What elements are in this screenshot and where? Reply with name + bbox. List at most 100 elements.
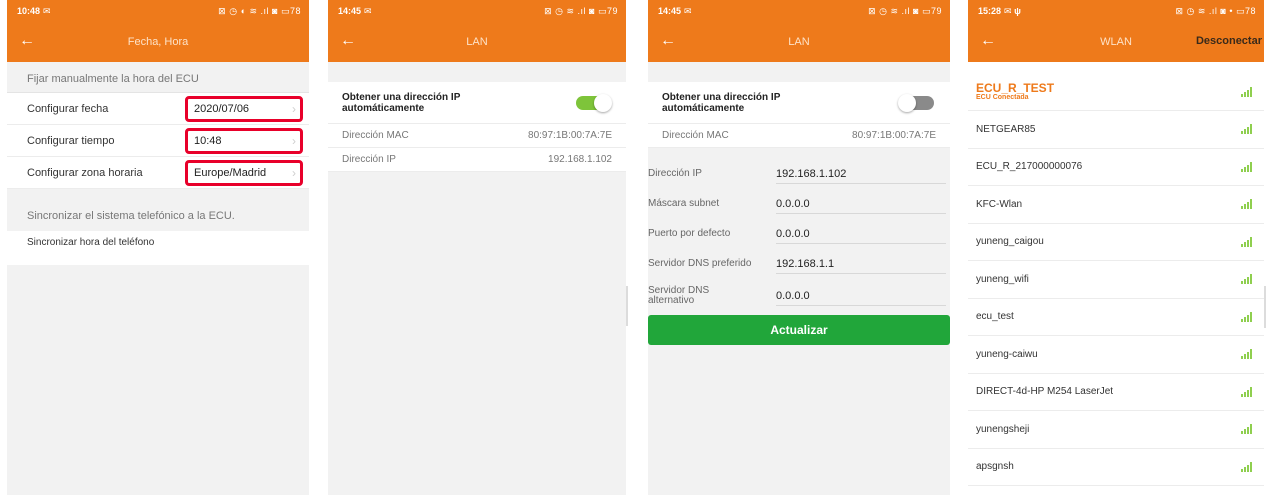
- dhcp-label: Obtener una dirección IP automáticamente: [662, 91, 781, 114]
- page-title: LAN: [788, 36, 810, 48]
- subnet-mask-input[interactable]: 0.0.0.0: [776, 194, 946, 214]
- time-value[interactable]: 10:48 ›: [185, 128, 303, 154]
- wifi-item[interactable]: NETGEAR85: [968, 111, 1264, 149]
- form-row-dns2: Servidor DNS alternativo 0.0.0.0: [648, 279, 950, 313]
- wifi-item[interactable]: yunengsheji: [968, 411, 1264, 449]
- mac-label: Dirección MAC: [342, 130, 409, 141]
- status-bar: 10:48 ✉ ⊠ ◷ ◐ ≋ .ıl ◙ ▭78: [7, 0, 309, 22]
- row-label: Configurar tiempo: [27, 134, 115, 147]
- dns-alternate-input[interactable]: 0.0.0.0: [776, 286, 946, 306]
- row-label: Configurar zona horaria: [27, 166, 143, 179]
- scrollbar[interactable]: [626, 286, 628, 326]
- field-label: Dirección IP: [648, 168, 702, 179]
- update-button[interactable]: Actualizar: [648, 315, 950, 345]
- wifi-ssid: NETGEAR85: [976, 123, 1036, 135]
- dhcp-toggle[interactable]: [576, 94, 612, 112]
- ip-settings-form: Dirección IP 192.168.1.102 Máscara subne…: [648, 159, 950, 313]
- app-bar: ← LAN: [328, 22, 626, 62]
- status-icons: ⊠ ◷ ◐ ≋ .ıl ◙ ▭78: [218, 5, 301, 16]
- screen-lan-manual: 14:45 ✉ ⊠ ◷ ≋ .ıl ◙ ▭79 ← LAN Obtener una…: [648, 0, 950, 495]
- mac-row: Dirección MAC 80:97:1B:00:7A:7E: [328, 124, 626, 148]
- status-icons: ⊠ ◷ ≋ .ıl ◙ ▭79: [544, 5, 618, 16]
- date-value[interactable]: 2020/07/06 ›: [185, 96, 303, 122]
- ip-address-input[interactable]: 192.168.1.102: [776, 164, 946, 184]
- back-arrow-icon[interactable]: ←: [19, 32, 35, 50]
- section-label-sync: Sincronizar el sistema telefónico a la E…: [27, 210, 235, 222]
- wifi-signal-icon: [1241, 274, 1252, 285]
- wifi-item[interactable]: yuneng_caigou: [968, 223, 1264, 261]
- wifi-ssid: yuneng-caiwu: [976, 348, 1038, 360]
- wifi-item[interactable]: yuneng-caiwu: [968, 336, 1264, 374]
- back-arrow-icon[interactable]: ←: [340, 32, 356, 50]
- back-arrow-icon[interactable]: ←: [980, 32, 996, 50]
- mac-label: Dirección MAC: [662, 130, 729, 141]
- message-icon: ✉ ψ: [1004, 5, 1021, 16]
- status-bar: 15:28 ✉ ψ ⊠ ◷ ≋ .ıl ◙ • ▭78: [968, 0, 1264, 22]
- wifi-item-connected[interactable]: ECU_R_TEST ECU Conectada: [968, 73, 1264, 111]
- gateway-input[interactable]: 0.0.0.0: [776, 224, 946, 244]
- status-bar: 14:45 ✉ ⊠ ◷ ≋ .ıl ◙ ▭79: [328, 0, 626, 22]
- wifi-signal-icon: [1241, 349, 1252, 360]
- field-label: Máscara subnet: [648, 198, 720, 209]
- timezone-value[interactable]: Europe/Madrid ›: [185, 160, 303, 186]
- wifi-signal-icon: [1241, 386, 1252, 397]
- mac-value: 80:97:1B:00:7A:7E: [852, 130, 936, 141]
- ip-value: 192.168.1.102: [548, 154, 612, 165]
- wifi-status: ECU Conectada: [976, 94, 1029, 101]
- field-label: Servidor DNS preferido: [648, 258, 752, 269]
- wifi-item[interactable]: yuneng_wifi: [968, 261, 1264, 299]
- wifi-item[interactable]: apsgnsh: [968, 448, 1264, 486]
- wifi-ssid: ECU_R_217000000076: [976, 161, 1083, 173]
- disconnect-button[interactable]: Desconectar: [1196, 35, 1262, 47]
- back-arrow-icon[interactable]: ←: [660, 32, 676, 50]
- wifi-item[interactable]: DIRECT-4d-HP M254 LaserJet: [968, 373, 1264, 411]
- wifi-signal-icon: [1241, 461, 1252, 472]
- sync-phone-time-row[interactable]: Sincronizar hora del teléfono: [7, 231, 309, 265]
- time-value-text: 10:48: [194, 135, 222, 147]
- status-time: 14:45: [338, 6, 362, 16]
- dns-preferred-input[interactable]: 192.168.1.1: [776, 254, 946, 274]
- form-row-subnet: Máscara subnet 0.0.0.0: [648, 189, 950, 219]
- wifi-signal-icon: [1241, 86, 1252, 97]
- wifi-ssid: DIRECT-4d-HP M254 LaserJet: [976, 386, 1114, 398]
- screen-lan-auto: 14:45 ✉ ⊠ ◷ ≋ .ıl ◙ ▭79 ← LAN Obtener una…: [328, 0, 626, 495]
- screen-wlan: 15:28 ✉ ψ ⊠ ◷ ≋ .ıl ◙ • ▭78 ← WLAN Descon…: [968, 0, 1264, 495]
- dhcp-label: Obtener una dirección IP automáticamente: [342, 91, 461, 114]
- message-icon: ✉: [364, 5, 372, 16]
- chevron-right-icon: ›: [292, 134, 296, 148]
- row-configure-time[interactable]: Configurar tiempo 10:48 ›: [7, 125, 309, 157]
- status-time: 10:48: [17, 6, 41, 16]
- status-icons: ⊠ ◷ ≋ .ıl ◙ • ▭78: [1175, 5, 1256, 16]
- date-value-text: 2020/07/06: [194, 103, 250, 115]
- page-title: Fecha, Hora: [127, 36, 189, 48]
- dhcp-row: Obtener una dirección IP automáticamente: [328, 82, 626, 124]
- wifi-ssid: ecu_test: [976, 311, 1014, 323]
- form-row-ip: Dirección IP 192.168.1.102: [648, 159, 950, 189]
- wifi-ssid: ECU_R_TEST: [976, 81, 1055, 95]
- wifi-list: NETGEAR85 ECU_R_217000000076 KFC-Wlan yunen…: [968, 111, 1264, 486]
- timezone-value-text: Europe/Madrid: [194, 167, 267, 179]
- wifi-signal-icon: [1241, 161, 1252, 172]
- message-icon: ✉: [684, 5, 692, 16]
- section-label-manual: Fijar manualmente la hora del ECU: [27, 73, 199, 85]
- wifi-signal-icon: [1241, 424, 1252, 435]
- toggle-knob: [594, 94, 612, 112]
- dhcp-toggle[interactable]: [898, 94, 934, 112]
- wifi-item[interactable]: ECU_R_217000000076: [968, 148, 1264, 186]
- mac-row: Dirección MAC 80:97:1B:00:7A:7E: [648, 124, 950, 148]
- wifi-item[interactable]: KFC-Wlan: [968, 186, 1264, 224]
- wifi-ssid: apsgnsh: [976, 461, 1014, 473]
- chevron-right-icon: ›: [292, 166, 296, 180]
- status-icons: ⊠ ◷ ≋ .ıl ◙ ▭79: [868, 5, 942, 16]
- message-icon: ✉: [43, 5, 51, 16]
- dhcp-row: Obtener una dirección IP automáticamente: [648, 82, 950, 124]
- status-bar: 14:45 ✉ ⊠ ◷ ≋ .ıl ◙ ▭79: [648, 0, 950, 22]
- row-configure-date[interactable]: Configurar fecha 2020/07/06 ›: [7, 93, 309, 125]
- scrollbar[interactable]: [1264, 286, 1266, 328]
- wifi-item[interactable]: ecu_test: [968, 298, 1264, 336]
- app-bar: ← Fecha, Hora: [7, 22, 309, 62]
- app-bar: ← LAN: [648, 22, 950, 62]
- wifi-ssid: yuneng_wifi: [976, 273, 1029, 285]
- form-row-dns1: Servidor DNS preferido 192.168.1.1: [648, 249, 950, 279]
- row-configure-timezone[interactable]: Configurar zona horaria Europe/Madrid ›: [7, 157, 309, 189]
